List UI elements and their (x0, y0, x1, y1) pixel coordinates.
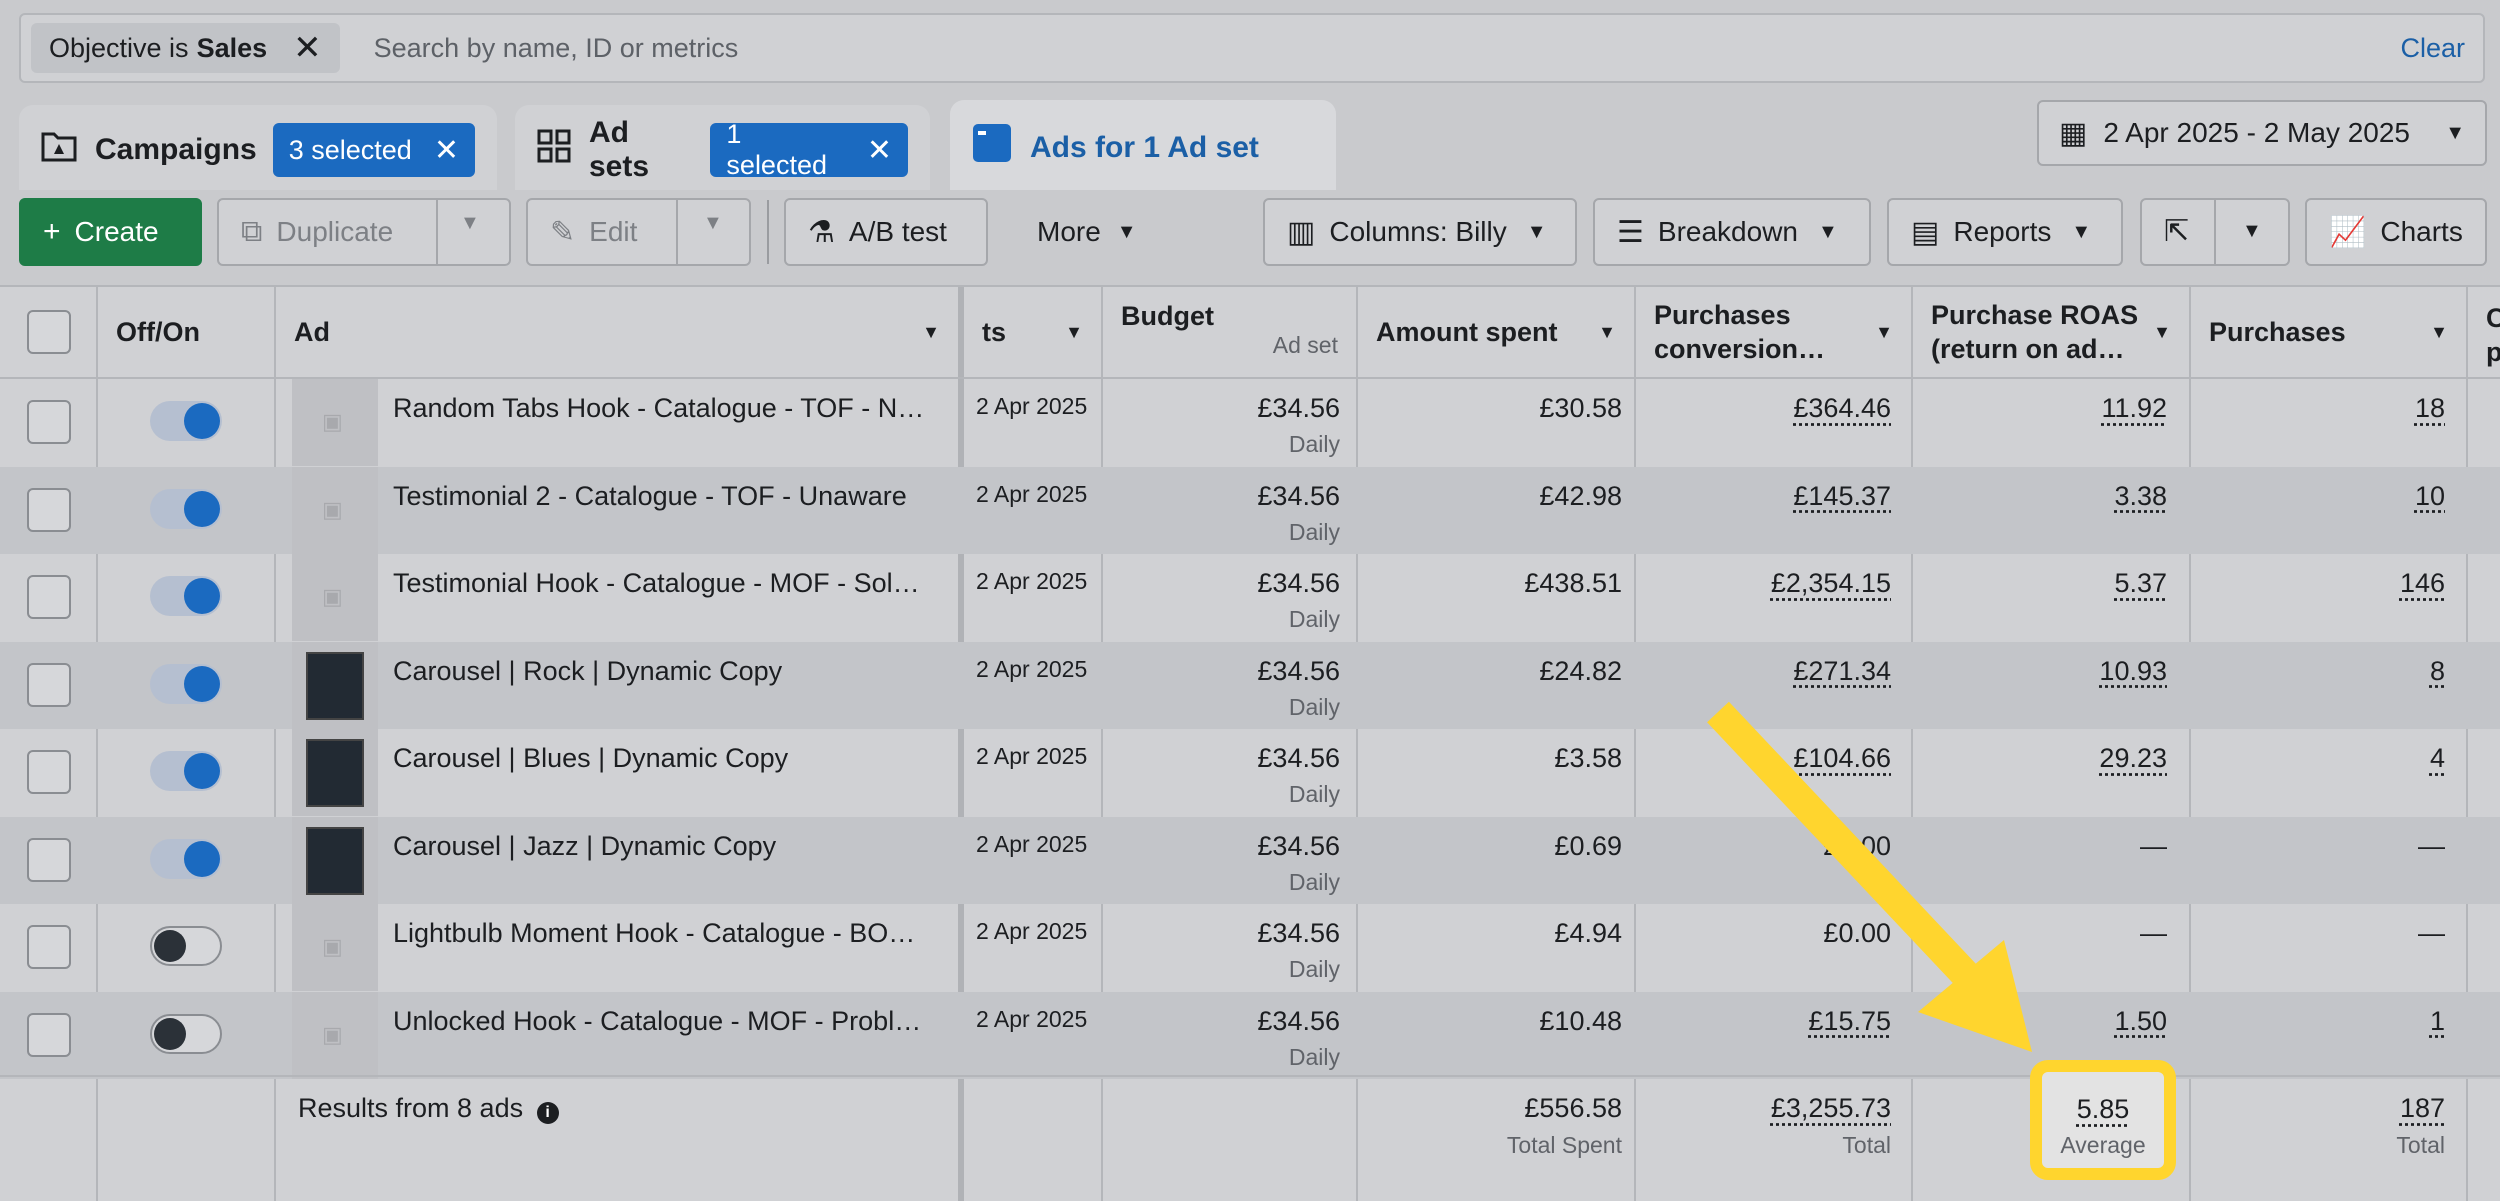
yellow-arrow-icon (1707, 701, 2032, 1052)
